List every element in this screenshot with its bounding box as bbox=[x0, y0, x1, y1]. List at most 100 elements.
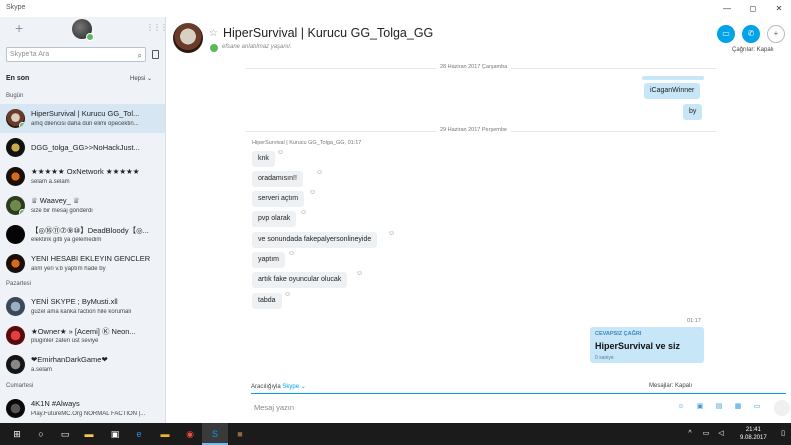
start-windows-icon[interactable]: ⊞ bbox=[10, 427, 24, 441]
message-in[interactable]: ve sonundada fakepalyersonlineyide bbox=[252, 232, 378, 248]
chat-preview: amq dilencisi daha dün elimi öpecektin..… bbox=[31, 121, 139, 127]
smiley-reaction-icon[interactable]: ☺ bbox=[316, 169, 323, 176]
chrome-icon[interactable]: ◉ bbox=[183, 427, 197, 441]
smiley-reaction-icon[interactable]: ☺ bbox=[300, 209, 307, 216]
notifications-icon[interactable]: ▯ bbox=[776, 427, 790, 441]
my-avatar[interactable] bbox=[72, 19, 94, 41]
message-out[interactable]: by bbox=[683, 104, 703, 120]
emoji-icon[interactable]: ☺ bbox=[677, 403, 685, 411]
chat-preview: selam a.selam bbox=[31, 179, 70, 185]
network-icon[interactable]: ▭ bbox=[699, 427, 713, 441]
message-list[interactable]: 28 Haziran 2017 Çarşamba iCaganWinner by… bbox=[166, 59, 791, 379]
chat-preview: a.selam bbox=[31, 367, 53, 373]
smiley-reaction-icon[interactable]: ☺ bbox=[284, 291, 291, 298]
contact-card-icon[interactable]: ▦ bbox=[734, 403, 742, 411]
message-in[interactable]: tabda bbox=[252, 293, 282, 309]
chat-name: YENİ SKYPE ; ByMusti.xll bbox=[31, 297, 118, 306]
avatar bbox=[6, 138, 25, 157]
message-input[interactable]: Mesaj yazın bbox=[254, 403, 294, 412]
clock[interactable]: 21:41 9.08.2017 bbox=[740, 426, 767, 442]
chat-item[interactable]: YENİ SKYPE ; ByMusti.xll güzel ama kanka… bbox=[0, 292, 165, 321]
chat-name: 4K1N #Always bbox=[31, 399, 80, 408]
favorite-star-icon[interactable]: ☆ bbox=[209, 28, 218, 39]
minecraft-icon[interactable]: ■ bbox=[233, 427, 247, 441]
date-separator: 29 Haziran 2017 Perşembe bbox=[246, 127, 716, 133]
calls-translate-toggle[interactable]: Çağrılar: Kapalı bbox=[732, 47, 774, 53]
chat-name: ❤EmirhanDarkGame❤ bbox=[31, 355, 108, 364]
skype-window: Skype — ◻ ✕ + ⋮⋮⋮ Skype'ta Ara ⌕ En son … bbox=[0, 0, 791, 445]
chat-preview: elektirik gitti ya gelemedim bbox=[31, 237, 102, 243]
app-title: Skype bbox=[6, 4, 26, 11]
date-label: 29 Haziran 2017 Perşembe bbox=[436, 127, 511, 133]
store-icon[interactable]: ▣ bbox=[108, 427, 122, 441]
section-saturday: Cumartesi bbox=[6, 383, 34, 389]
chat-preview: pluginler zaten üst seviye bbox=[31, 338, 99, 344]
send-button[interactable] bbox=[774, 400, 790, 416]
smiley-reaction-icon[interactable]: ☺ bbox=[288, 250, 295, 257]
dialpad-icon[interactable]: ⋮⋮⋮ bbox=[146, 23, 165, 32]
chat-title: HiperSurvival | Kurucu GG_Tolga_GG bbox=[223, 26, 434, 40]
new-chat-plus-icon[interactable]: + bbox=[15, 20, 23, 36]
chat-name: DGG_tolga_GG>>NoHackJust... bbox=[31, 143, 140, 152]
chat-item[interactable]: YENI HESABI EKLEYIN GENCLER alım yeri v.… bbox=[0, 249, 165, 278]
avatar bbox=[6, 399, 25, 418]
smiley-reaction-icon[interactable]: ☺ bbox=[356, 270, 363, 277]
message-in[interactable]: yaptım bbox=[252, 252, 286, 268]
chat-item[interactable]: ❤EmirhanDarkGame❤ a.selam bbox=[0, 350, 165, 379]
chat-item[interactable]: ♕ Waavey_ ♕ size bir mesaj gönderdi bbox=[0, 191, 165, 220]
message-in[interactable]: knk bbox=[252, 151, 275, 167]
message-out[interactable]: iCaganWinner bbox=[644, 83, 701, 99]
tray-arrow-icon[interactable]: ^ bbox=[683, 427, 697, 441]
file-icon[interactable]: ▤ bbox=[715, 403, 723, 411]
smiley-reaction-icon[interactable]: ☺ bbox=[309, 189, 316, 196]
contact-mood: efsane anlatılmaz yaşanır. bbox=[222, 44, 292, 50]
sidebar-top-row: + ⋮⋮⋮ bbox=[0, 17, 165, 41]
via-selector[interactable]: Aracılığıyla Skype ⌄ bbox=[251, 383, 306, 390]
filter-dropdown[interactable]: Hepsi ⌄ bbox=[130, 75, 152, 82]
image-icon[interactable]: ▣ bbox=[696, 403, 704, 411]
smiley-reaction-icon[interactable]: ☺ bbox=[388, 230, 395, 237]
compose-divider bbox=[251, 393, 786, 394]
taskbar: ⊞ ○ ▭ ▬ ▣ e ▬ ◉ S ■ ^ ▭ ◁ 21:41 9.08.2017… bbox=[0, 423, 791, 445]
avatar bbox=[6, 326, 25, 345]
message-in[interactable]: serveri açtım bbox=[252, 191, 305, 207]
via-service[interactable]: Skype ⌄ bbox=[282, 384, 305, 390]
task-view-icon[interactable]: ▭ bbox=[58, 427, 72, 441]
add-people-button[interactable]: + bbox=[767, 25, 785, 43]
smiley-reaction-icon[interactable]: ☺ bbox=[277, 149, 284, 156]
maximize-button[interactable]: ◻ bbox=[741, 0, 765, 17]
minimize-button[interactable]: — bbox=[715, 0, 739, 17]
chat-item[interactable]: HiperSurvival | Kurucu GG_Tol... amq dil… bbox=[0, 104, 165, 133]
chat-item[interactable]: ★Owner★ » [Acemi] Ⓚ Neon... pluginler za… bbox=[0, 321, 165, 350]
file-explorer-icon[interactable]: ▬ bbox=[82, 427, 96, 441]
online-status-icon bbox=[210, 44, 218, 52]
message-in[interactable]: oradamısın!! bbox=[252, 171, 303, 187]
close-button[interactable]: ✕ bbox=[767, 0, 791, 17]
audio-call-button[interactable]: ✆ bbox=[742, 25, 760, 43]
message-in[interactable]: pvp olarak bbox=[252, 211, 297, 227]
search-icon[interactable]: ○ bbox=[34, 427, 48, 441]
edge-icon[interactable]: e bbox=[132, 427, 146, 441]
avatar bbox=[6, 167, 25, 186]
message-in[interactable]: artık fake oyuncular olucak bbox=[252, 272, 348, 288]
chat-header: ☆ HiperSurvival | Kurucu GG_Tolga_GG efs… bbox=[166, 17, 791, 59]
contacts-book-icon[interactable] bbox=[152, 50, 159, 59]
volume-icon[interactable]: ◁ bbox=[714, 427, 728, 441]
folder-icon[interactable]: ▬ bbox=[158, 427, 172, 441]
missed-call-duration: 0 saniye bbox=[595, 355, 614, 361]
missed-call-title: HiperSurvival ve siz bbox=[595, 341, 681, 351]
message-out-tail bbox=[642, 76, 704, 80]
chat-item[interactable]: DGG_tolga_GG>>NoHackJust... bbox=[0, 133, 165, 162]
video-message-icon[interactable]: ▭ bbox=[753, 403, 761, 411]
chat-item[interactable]: 4K1N #Always Play.FutureMC.Org NORMAL FA… bbox=[0, 394, 165, 423]
skype-icon[interactable]: S bbox=[208, 427, 222, 441]
title-bar: Skype — ◻ ✕ bbox=[0, 0, 791, 17]
chat-name: ★★★★★ OxNetwork ★★★★★ bbox=[31, 167, 140, 176]
video-call-button[interactable]: ▭ bbox=[717, 25, 735, 43]
missed-call-card[interactable]: CEVAPSIZ ÇAĞRI HiperSurvival ve siz 0 sa… bbox=[590, 327, 704, 363]
contact-avatar[interactable] bbox=[173, 23, 203, 53]
chat-item[interactable]: 【◎⑯⑪⑦⑨⑩】DeadBloody【◎... elektirik gitti … bbox=[0, 220, 165, 249]
chat-item[interactable]: ★★★★★ OxNetwork ★★★★★ selam a.selam bbox=[0, 162, 165, 191]
search-input[interactable]: Skype'ta Ara ⌕ bbox=[6, 47, 146, 62]
messages-translate-toggle[interactable]: Mesajlar: Kapalı bbox=[649, 383, 692, 389]
